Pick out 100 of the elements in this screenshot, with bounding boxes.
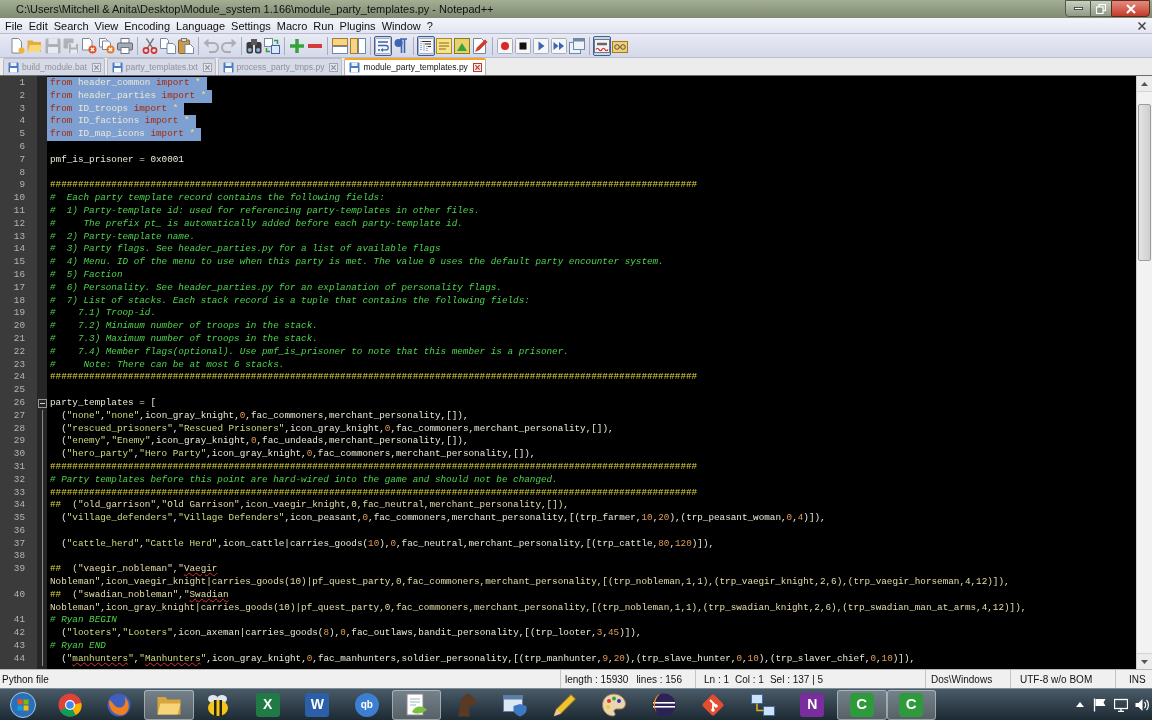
menu-item[interactable]: Settings [228, 18, 274, 33]
picture-frame-icon [454, 37, 470, 54]
close-icon [1138, 21, 1146, 30]
scrollbar-thumb[interactable] [1138, 104, 1151, 261]
code-line: #################################################################################################################### [49, 179, 699, 193]
code-line: # 3) Party flags. See header_parties.py for a list of available flags [49, 243, 442, 257]
playback-button[interactable] [532, 35, 550, 56]
code-line: party_templates = [ [49, 396, 157, 410]
line-number: 22 [13, 345, 25, 359]
encoding-label: UTF-8 w/o BOM [1020, 672, 1093, 687]
fold-toggle[interactable] [37, 398, 47, 408]
orb-icon [9, 691, 36, 718]
code-line: # 6) Personality. See header_parties.py for an explanation of personality flags. [49, 281, 503, 295]
line-number: 29 [13, 435, 25, 449]
network-button[interactable] [1113, 696, 1129, 713]
replace-button[interactable] [263, 35, 281, 56]
code-line: ("none","none",icon_gray_knight,0,fac_commoners,merchant_personality,[]), [60, 409, 470, 423]
letter-tile: C [899, 692, 924, 717]
line-number: 5 [19, 128, 25, 141]
menu-item[interactable]: Search [50, 18, 92, 33]
file-type-label: Python file [2, 673, 49, 685]
window-title: C:\Users\Mitchell & Anita\Desktop\Module_system 1.166\module_party_templates.py - Notepad++ [15, 2, 495, 16]
line-number: 19 [13, 307, 25, 321]
sync-vertical-button[interactable] [331, 35, 349, 56]
menu-item[interactable]: ? [423, 18, 436, 33]
paste-button[interactable] [177, 35, 195, 56]
record-macro-button[interactable] [496, 35, 514, 56]
tab-close-button[interactable] [202, 62, 212, 72]
taskbar-button[interactable]: qb [342, 689, 392, 720]
save-macro-button[interactable] [568, 35, 586, 56]
volume-button[interactable] [1134, 696, 1150, 713]
scroll-up-button[interactable] [1137, 76, 1152, 92]
taskbar-button[interactable]: X [243, 689, 293, 720]
close-button[interactable] [1111, 0, 1150, 17]
menu-item[interactable]: Run [310, 18, 337, 33]
line-number: 20 [13, 320, 25, 333]
close-all-button[interactable] [98, 35, 116, 56]
stop-icon [515, 37, 531, 54]
line-number: 7 [19, 153, 25, 167]
notepad-icon [404, 692, 429, 717]
code-line: #################################################################################################################### [49, 460, 699, 474]
code-editor[interactable] [47, 76, 1136, 669]
scroll-down-button[interactable] [1137, 653, 1152, 669]
menu-item[interactable]: Macro [273, 18, 311, 33]
line-number: 27 [13, 409, 25, 423]
pencil-icon [552, 692, 577, 717]
taskbar-button[interactable]: W [292, 689, 342, 720]
line-number: 43 [13, 640, 25, 653]
tab[interactable]: module_party_templates.py [344, 58, 486, 75]
line-number: 35 [13, 512, 25, 525]
menu-item[interactable]: Edit [25, 18, 51, 33]
tab-close-button[interactable] [91, 62, 101, 72]
print-button[interactable] [116, 35, 134, 56]
spell-check-button[interactable] [593, 35, 611, 56]
close-file-button[interactable] [80, 35, 98, 56]
menu-item[interactable]: View [91, 18, 122, 33]
taskbar-button[interactable]: C [837, 689, 887, 720]
minimize-button[interactable] [1065, 0, 1091, 17]
line-number: 24 [13, 371, 25, 385]
segmented-circle-icon [57, 692, 82, 717]
copy-button[interactable] [159, 35, 177, 56]
windows-stack-icon [569, 37, 585, 54]
line-number: 26 [13, 396, 25, 410]
taskbar-button[interactable]: C [886, 689, 936, 720]
cut-button[interactable] [141, 35, 159, 56]
floppy-disks-icon [63, 37, 79, 54]
indent-guide-button[interactable] [417, 35, 435, 56]
line-number: 30 [13, 448, 25, 461]
tab-close-button[interactable] [472, 63, 482, 72]
code-line: ## ("swadian_nobleman","Swadian [49, 588, 230, 602]
menu-item[interactable]: Window [378, 18, 424, 33]
stop-recording-button[interactable] [514, 35, 532, 56]
play-icon [533, 37, 549, 54]
menu-item[interactable]: Plugins [336, 18, 379, 33]
word-wrap-button[interactable] [374, 35, 392, 56]
show-all-characters-button[interactable] [392, 35, 410, 56]
letter-tile: W [305, 692, 330, 717]
tab-close-button[interactable] [329, 62, 339, 72]
code-line: ## ("old_garrison","Old Garrison",icon_vaegir_knight,0,fac_neutral,merchant_personality,[]), [49, 499, 570, 513]
restore-button[interactable] [1091, 0, 1111, 17]
function-list-button[interactable] [471, 35, 489, 56]
close-icon [204, 64, 210, 70]
code-line: # Ryan END [49, 640, 107, 653]
document-map-button[interactable] [453, 35, 471, 56]
action-center-button[interactable] [1092, 696, 1108, 713]
menu-item[interactable]: Language [173, 18, 229, 33]
menu-item[interactable]: File [2, 18, 26, 33]
line-number: 33 [13, 486, 25, 500]
swap-pages-icon [264, 37, 280, 54]
line-number: 36 [13, 524, 25, 538]
code-line: # 5) Faction [49, 268, 124, 282]
minus-icon [39, 402, 45, 404]
menu-item[interactable]: Encoding [121, 18, 174, 33]
caret-down-icon [1141, 659, 1148, 664]
taskbar-button[interactable] [391, 689, 441, 720]
taskbar-button[interactable]: N [787, 689, 837, 720]
sync-horizontal-button[interactable] [349, 35, 367, 56]
run-multiple-button[interactable] [550, 35, 568, 56]
new-file-button[interactable] [8, 35, 26, 56]
pages-cross-icon [99, 37, 115, 54]
